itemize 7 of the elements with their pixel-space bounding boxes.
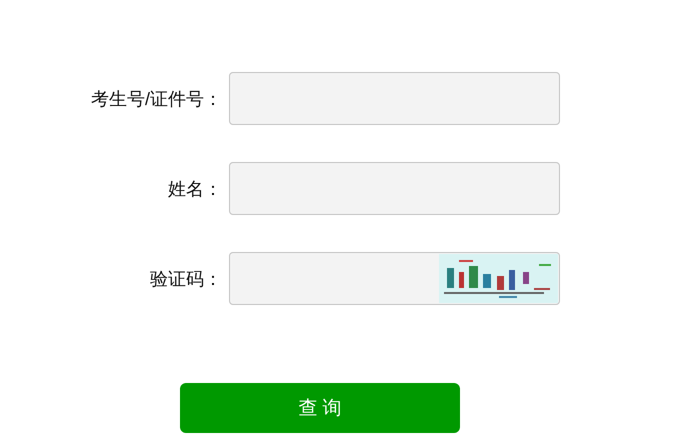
input-field[interactable] — [229, 252, 560, 305]
field-label: 考生号/证件号： — [90, 88, 222, 110]
field-label: 验证码： — [149, 268, 222, 290]
field-label: 姓名： — [167, 178, 222, 200]
query-button[interactable]: 查 询 — [180, 383, 460, 433]
input-field[interactable] — [229, 72, 560, 125]
input-field[interactable] — [229, 162, 560, 215]
